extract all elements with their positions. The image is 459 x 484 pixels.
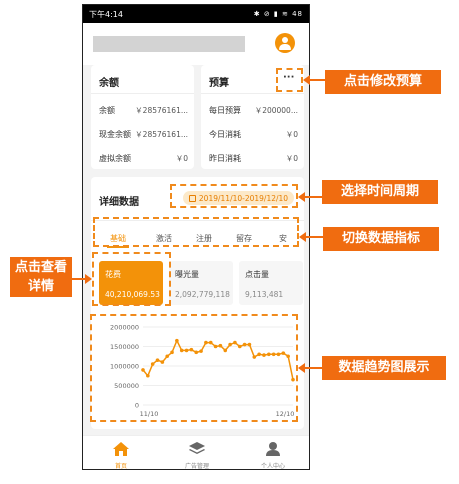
nav-home[interactable]: 首页: [83, 436, 159, 470]
stage: 下午4:14 ✱ ⊘ ▮ ≋ 48 余额 余额 ￥28576161... 现金余…: [0, 0, 459, 484]
arrow-view-detail: [72, 274, 92, 284]
user-icon: [266, 442, 280, 456]
callout-trend-chart: 数据趋势图展示: [322, 356, 446, 380]
callout-edit-budget: 点击修改预算: [325, 70, 441, 94]
callout-select-period: 选择时间周期: [322, 180, 438, 204]
nav-ads-label: 广告管理: [184, 463, 209, 470]
highlight-more-button: [276, 68, 303, 92]
highlight-chart: [90, 314, 298, 422]
layers-icon: [189, 442, 205, 454]
arrow-edit-budget: [303, 75, 325, 85]
bottom-nav: 首页 广告管理 个人中心: [83, 435, 309, 470]
nav-profile[interactable]: 个人中心: [235, 436, 309, 470]
highlight-tabs: [93, 217, 299, 247]
arrow-select-period: [298, 192, 322, 202]
callout-view-detail: 点击查看详情: [10, 257, 72, 297]
callout-switch-metric: 切换数据指标: [323, 227, 439, 251]
nav-profile-label: 个人中心: [260, 463, 285, 470]
nav-ads[interactable]: 广告管理: [159, 436, 235, 470]
highlight-date-range: [170, 184, 298, 208]
arrow-switch-metric: [299, 232, 323, 242]
highlight-spend-metric: [92, 252, 171, 306]
nav-home-label: 首页: [114, 463, 127, 470]
home-icon: [113, 442, 129, 456]
arrow-trend-chart: [298, 363, 322, 373]
